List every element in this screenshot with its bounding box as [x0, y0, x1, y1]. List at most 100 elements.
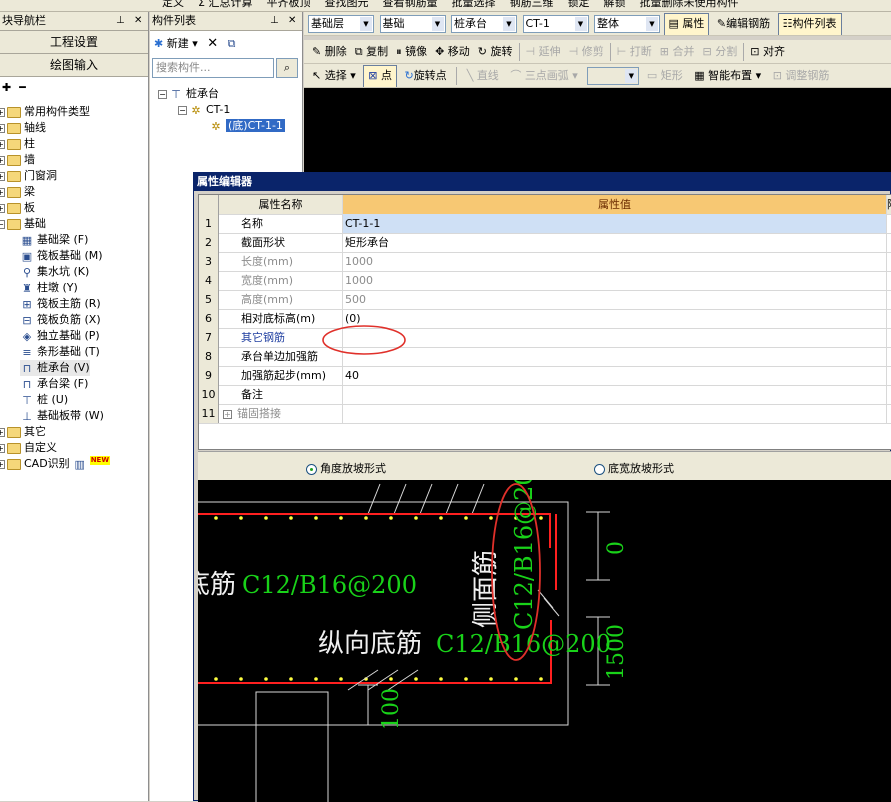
nav-tree-item[interactable]: − 基础	[0, 216, 46, 232]
property-row[interactable]: 4 宽度(mm) 1000	[199, 271, 891, 291]
nav-tree-item[interactable]: ⊞ 筏板主筋 (R)	[20, 296, 100, 312]
nav-tree-item[interactable]: + 轴线	[0, 120, 46, 136]
line-button[interactable]: ╲ 直线	[463, 65, 503, 87]
expand-icon[interactable]: +	[0, 187, 5, 197]
component-search-input[interactable]: 搜索构件...	[152, 58, 274, 78]
toolbar-button[interactable]: ⊡ 对齐	[746, 41, 789, 63]
top-toolbar-item[interactable]: 批量删除未使用构件	[639, 0, 738, 8]
property-editor-title[interactable]: 属性编辑器	[194, 173, 890, 191]
search-icon[interactable]: ⌕	[276, 58, 298, 78]
nav-tree-item[interactable]: ⊟ 筏板负筋 (X)	[20, 312, 100, 328]
collapse-icon[interactable]: −	[0, 219, 5, 229]
toolbar-button[interactable]: ↻ 旋转	[474, 41, 517, 63]
bottom-width-slope-radio[interactable]: 底宽放坡形式	[594, 460, 674, 476]
nav-tree-item[interactable]: ⊤ 桩 (U)	[20, 392, 68, 408]
property-attach-cell[interactable]	[887, 347, 891, 366]
nav-tree-item[interactable]: ▦ 基础梁 (F)	[20, 232, 89, 248]
edit-rebar-button[interactable]: ✎编辑钢筋	[713, 13, 774, 35]
expand-icon[interactable]: +	[0, 139, 5, 149]
property-attach-cell[interactable]	[887, 404, 891, 423]
nav-tree-item[interactable]: ⊥ 基础板带 (W)	[20, 408, 104, 424]
property-value-input[interactable]: 1000	[343, 271, 887, 290]
drawing-input-button[interactable]: 绘图输入	[0, 54, 148, 77]
property-row[interactable]: 9 加强筋起步(mm) 40	[199, 366, 891, 386]
collapse-all-icon[interactable]: ━	[19, 81, 26, 94]
property-row[interactable]: 7 其它钢筋	[199, 328, 891, 348]
property-value-input[interactable]	[343, 404, 887, 423]
nav-tree-item[interactable]: ♜ 柱墩 (Y)	[20, 280, 78, 296]
nav-tree-item[interactable]: + 门窗洞	[0, 168, 57, 184]
property-row[interactable]: 2 截面形状 矩形承台	[199, 233, 891, 253]
pin-icon[interactable]: ⊥	[270, 12, 279, 30]
expand-icon[interactable]: +	[0, 459, 5, 469]
new-component-button[interactable]: ✱ 新建 ▾	[154, 37, 198, 50]
top-toolbar-item[interactable]: 解锁	[603, 0, 625, 8]
collapse-icon[interactable]: −	[178, 105, 187, 115]
select-button[interactable]: ↖ 选择 ▾	[308, 65, 360, 87]
floor-select[interactable]: 基础层 ▼	[308, 15, 374, 33]
property-row[interactable]: 10 备注	[199, 385, 891, 405]
expand-icon[interactable]: +	[0, 123, 5, 133]
nav-tree-item[interactable]: ⊓ 承台梁 (F)	[20, 376, 89, 392]
rect-button[interactable]: ▭ 矩形	[643, 65, 687, 87]
property-attach-cell[interactable]	[887, 366, 891, 385]
nav-tree-item[interactable]: + 墙	[0, 152, 35, 168]
nav-tree-item[interactable]: ⚲ 集水坑 (K)	[20, 264, 89, 280]
component-tree-item[interactable]: − ✲ CT-1	[178, 102, 230, 118]
toolbar-button[interactable]: ⊢ 打断	[613, 41, 656, 63]
expand-icon[interactable]: +	[0, 203, 5, 213]
toolbar-button[interactable]: ⊞ 合并	[656, 41, 699, 63]
point-button[interactable]: ⊠ 点	[363, 65, 397, 87]
nav-tree-item[interactable]: ⊓ 桩承台 (V)	[20, 360, 90, 376]
property-row[interactable]: 3 长度(mm) 1000	[199, 252, 891, 272]
property-value-input[interactable]: CT-1-1	[343, 214, 887, 233]
rotate-point-button[interactable]: ↻旋转点	[400, 65, 450, 87]
property-attach-cell[interactable]	[887, 328, 891, 347]
toolbar-button[interactable]: ⧉ 复制	[351, 41, 392, 63]
type-select[interactable]: 桩承台 ▼	[451, 15, 517, 33]
mode-select[interactable]: 整体 ▼	[594, 15, 660, 33]
top-toolbar-item[interactable]: 批量选择	[451, 0, 495, 8]
toolbar-button[interactable]: ⏸ 镜像	[392, 41, 431, 63]
nav-tree-item[interactable]: + 自定义	[0, 440, 57, 456]
component-tree-item[interactable]: − ⊤ 桩承台	[158, 86, 219, 102]
nav-tree-item[interactable]: ◈ 独立基础 (P)	[20, 328, 100, 344]
top-toolbar-item[interactable]: 查看钢筋量	[382, 0, 437, 8]
property-attach-cell[interactable]	[887, 271, 891, 290]
adjust-rebar-button[interactable]: ⊡ 调整钢筋	[769, 65, 834, 87]
arc-button[interactable]: ⌒ 三点画弧 ▾	[506, 65, 582, 87]
property-value-input[interactable]	[343, 347, 887, 366]
toolbar-button[interactable]: ⊣ 延伸	[522, 41, 565, 63]
property-value-input[interactable]: 500	[343, 290, 887, 309]
toolbar-button[interactable]: ⊟ 分割	[699, 41, 742, 63]
copy-icon[interactable]: ⧉	[228, 37, 236, 50]
nav-tree-item[interactable]: + 常用构件类型	[0, 104, 90, 120]
pin-icon[interactable]: ⊥	[116, 12, 125, 30]
nav-tree-item[interactable]: + 其它	[0, 424, 46, 440]
property-row[interactable]: 5 高度(mm) 500	[199, 290, 891, 310]
property-button[interactable]: ▤ 属性	[663, 13, 710, 35]
property-value-input[interactable]	[343, 385, 887, 404]
expand-icon[interactable]: +	[0, 443, 5, 453]
component-select[interactable]: CT-1 ▼	[522, 15, 589, 33]
draw-option-select[interactable]: ▼	[587, 67, 640, 85]
expand-icon[interactable]: +	[0, 427, 5, 437]
top-toolbar-item[interactable]: 钢筋三维	[509, 0, 553, 8]
property-row[interactable]: 11 + 锚固搭接	[199, 404, 891, 424]
angle-slope-radio[interactable]: 角度放坡形式	[306, 460, 386, 476]
toolbar-button[interactable]: ✎ 删除	[308, 41, 351, 63]
nav-tree-item[interactable]: ≡ 条形基础 (T)	[20, 344, 99, 360]
property-attach-cell[interactable]	[887, 233, 891, 252]
expand-all-icon[interactable]: ✚	[2, 81, 11, 94]
property-value-input[interactable]: 40	[343, 366, 887, 385]
property-attach-cell[interactable]	[887, 252, 891, 271]
top-toolbar-item[interactable]: 定义	[162, 0, 184, 8]
property-row[interactable]: 6 相对底标高(m) (0)	[199, 309, 891, 329]
expand-icon[interactable]: +	[0, 171, 5, 181]
close-icon[interactable]: ✕	[288, 12, 296, 30]
property-attach-cell[interactable]	[887, 214, 891, 233]
component-list-button[interactable]: ☷构件列表	[777, 13, 842, 35]
top-toolbar-item[interactable]: 锁定	[567, 0, 589, 8]
smart-layout-button[interactable]: ▦ 智能布置 ▾	[690, 65, 765, 87]
close-icon[interactable]: ✕	[134, 12, 142, 30]
